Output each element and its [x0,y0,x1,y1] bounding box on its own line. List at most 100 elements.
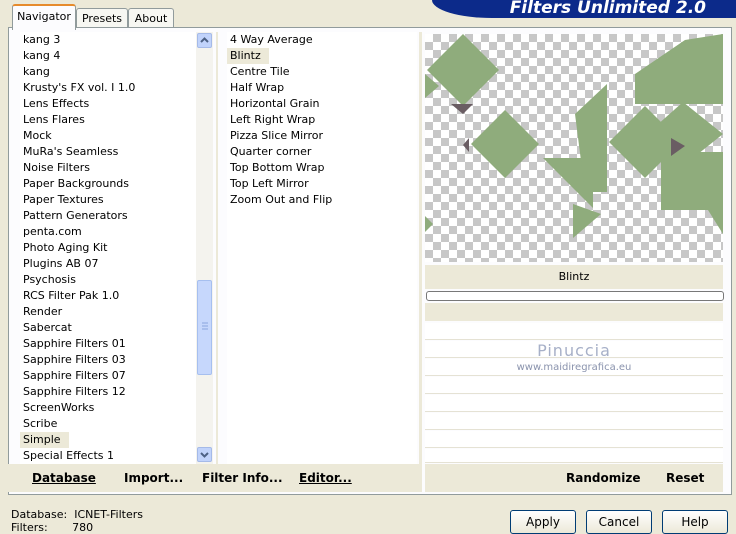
import-button-label: Import... [124,471,184,485]
filter-list[interactable]: 4 Way Average Blintz Centre Tile Half Wrap H… [227,32,417,464]
category-item-label: Pattern Generators [23,209,128,222]
category-item-label: Sapphire Filters 07 [23,369,126,382]
scroll-up-button[interactable] [197,33,212,48]
category-scrollbar[interactable] [196,32,213,464]
reset-button-label: Reset [666,471,705,485]
category-item-label: Paper Textures [23,193,104,206]
parameter-row[interactable] [425,395,723,412]
database-button[interactable]: Database [32,471,96,485]
editor-button[interactable]: Editor... [299,471,352,485]
category-item[interactable]: kang 4 [20,48,196,64]
filter-item[interactable]: Top Bottom Wrap [227,160,417,176]
category-item[interactable]: Pattern Generators [20,208,196,224]
divider [419,32,422,492]
category-item[interactable]: Psychosis [20,272,196,288]
help-button[interactable]: Help [662,510,728,534]
filter-item-label: Pizza Slice Mirror [230,129,324,142]
category-item-label: kang 4 [23,49,61,62]
category-item[interactable]: Sapphire Filters 07 [20,368,196,384]
filter-item[interactable]: Top Left Mirror [227,176,417,192]
help-button-label: Help [681,515,709,529]
category-item-label: Special Effects 1 [23,449,115,462]
category-item-label: Render [23,305,63,318]
filter-item[interactable]: Left Right Wrap [227,112,417,128]
filter-item-label: Top Bottom Wrap [230,161,325,174]
category-item-label: Sapphire Filters 12 [23,385,126,398]
filter-item[interactable]: Horizontal Grain [227,96,417,112]
filter-item[interactable]: Blintz [227,48,417,64]
parameter-row[interactable] [425,377,723,394]
category-item-label: Sabercat [23,321,72,334]
scroll-down-button[interactable] [197,447,212,462]
category-item[interactable]: ScreenWorks [20,400,196,416]
category-item[interactable]: Sapphire Filters 01 [20,336,196,352]
chevron-down-icon [200,452,209,458]
parameter-row[interactable] [425,431,723,448]
filter-item[interactable]: Centre Tile [227,64,417,80]
category-item-label: Mock [23,129,52,142]
category-item[interactable]: penta.com [20,224,196,240]
category-item[interactable]: kang 3 [20,32,196,48]
category-item[interactable]: Krusty's FX vol. I 1.0 [20,80,196,96]
filter-info-button[interactable]: Filter Info... [202,471,283,485]
tab-navigator[interactable]: Navigator [12,4,76,30]
category-list[interactable]: kang 3 kang 4 kang Krusty's FX vol. I 1.0 Le… [20,32,196,464]
filter-item[interactable]: Pizza Slice Mirror [227,128,417,144]
category-item[interactable]: Mock [20,128,196,144]
parameter-row[interactable] [425,323,723,340]
selected-filter-title: Blintz [425,265,723,289]
category-item[interactable]: Scribe [20,416,196,432]
apply-button[interactable]: Apply [510,510,576,534]
category-item[interactable]: RCS Filter Pak 1.0 [20,288,196,304]
filters-count-label: Filters: [11,521,48,534]
category-item[interactable]: Sabercat [20,320,196,336]
filter-preview [425,34,723,262]
category-item[interactable]: kang [20,64,196,80]
category-item[interactable]: Paper Textures [20,192,196,208]
reset-button[interactable]: Reset [666,471,704,485]
filter-item[interactable]: Half Wrap [227,80,417,96]
import-button[interactable]: Import... [124,471,183,485]
filter-item-label: 4 Way Average [230,33,313,46]
filter-item[interactable]: 4 Way Average [227,32,417,48]
category-item-label: Krusty's FX vol. I 1.0 [23,81,136,94]
category-item-label: Sapphire Filters 03 [23,353,126,366]
category-item-label: Psychosis [23,273,76,286]
category-item[interactable]: Paper Backgrounds [20,176,196,192]
category-item[interactable]: Noise Filters [20,160,196,176]
database-status-label: Database: [11,508,68,521]
category-item[interactable]: Render [20,304,196,320]
category-item-label: Paper Backgrounds [23,177,130,190]
database-button-label: Database [32,471,96,485]
tab-presets[interactable]: Presets [76,8,128,28]
category-item-label: Plugins AB 07 [23,257,99,270]
filter-item-label: Centre Tile [230,65,290,78]
category-item[interactable]: Sapphire Filters 12 [20,384,196,400]
filter-item[interactable]: Zoom Out and Flip [227,192,417,208]
randomize-button[interactable]: Randomize [566,471,640,485]
category-item[interactable]: Photo Aging Kit [20,240,196,256]
category-items: kang 3 kang 4 kang Krusty's FX vol. I 1.0 Le… [20,32,196,464]
parameter-row[interactable] [425,413,723,430]
category-item[interactable]: Lens Effects [20,96,196,112]
parameter-row[interactable] [425,449,723,463]
category-item-label: Simple [20,432,69,448]
filter-item-label: Left Right Wrap [230,113,316,126]
category-item[interactable]: Special Effects 1 [20,448,196,464]
editor-button-label: Editor... [299,471,352,485]
category-item-label: Sapphire Filters 01 [23,337,126,350]
filter-item-label: Half Wrap [230,81,285,94]
category-item-label: penta.com [23,225,82,238]
filter-item-label: Blintz [227,48,269,64]
preview-image [425,34,723,238]
cancel-button[interactable]: Cancel [586,510,652,534]
category-item-label: kang 3 [23,33,61,46]
filter-item[interactable]: Quarter corner [227,144,417,160]
category-item[interactable]: Sapphire Filters 03 [20,352,196,368]
category-item[interactable]: Lens Flares [20,112,196,128]
category-item[interactable]: Simple [20,432,196,448]
tab-about[interactable]: About [128,8,174,28]
scroll-thumb[interactable] [197,280,212,375]
category-item[interactable]: MuRa's Seamless [20,144,196,160]
category-item[interactable]: Plugins AB 07 [20,256,196,272]
